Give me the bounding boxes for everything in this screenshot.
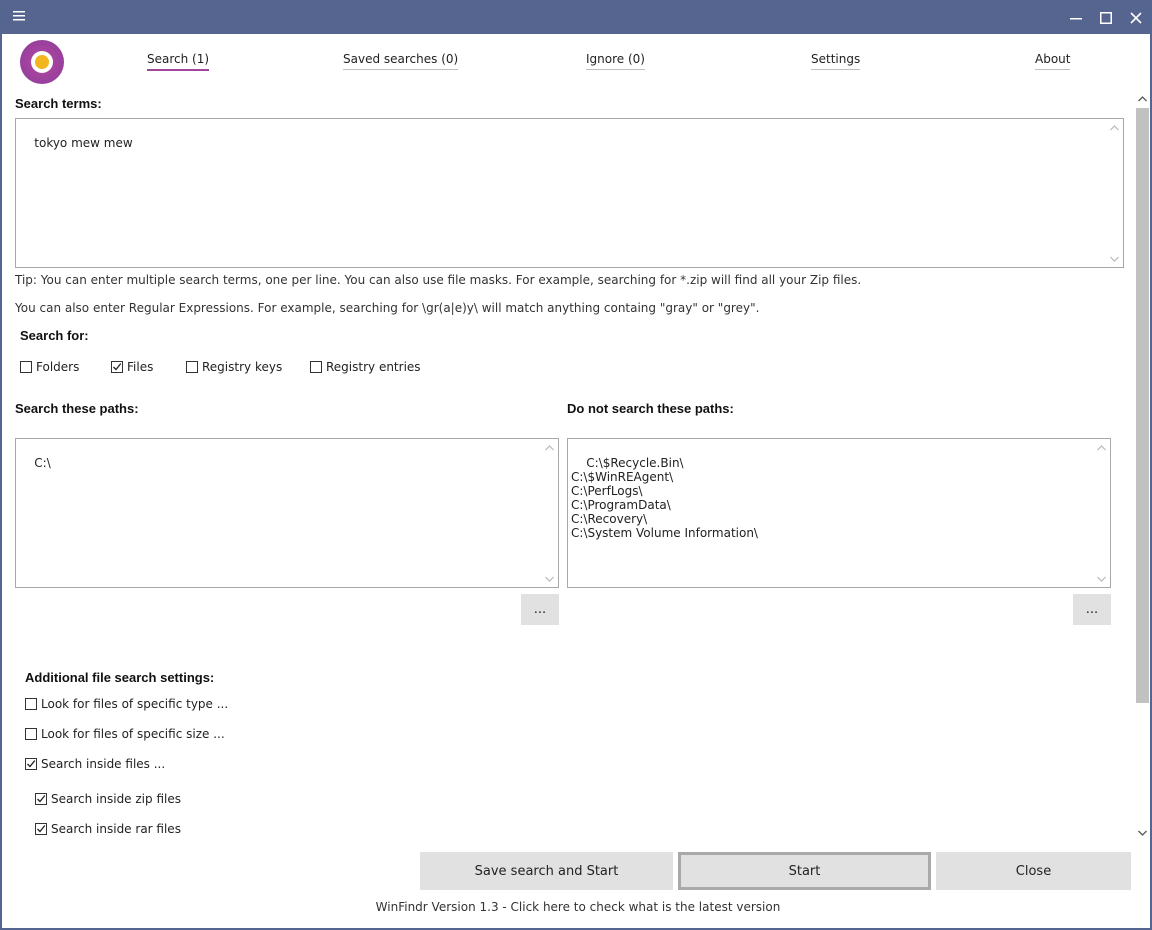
main-scrollbar[interactable] <box>1135 92 1150 840</box>
app-window: Search (1) Saved searches (0) Ignore (0)… <box>0 0 1152 930</box>
start-button[interactable]: Start <box>678 852 931 890</box>
search-terms-scrollbar[interactable] <box>1106 119 1123 267</box>
include-paths-label: Search these paths: <box>15 401 139 416</box>
exclude-paths-value: C:\$Recycle.Bin\ C:\$WinREAgent\ C:\Perf… <box>571 456 758 540</box>
search-inside-files-checkbox[interactable] <box>25 758 37 770</box>
app-logo <box>20 40 64 84</box>
minimize-icon[interactable] <box>1064 6 1088 30</box>
scroll-up-icon[interactable] <box>1106 119 1123 136</box>
hamburger-menu-icon[interactable] <box>10 8 28 26</box>
search-terms-input[interactable]: tokyo mew mew <box>15 118 1124 268</box>
specific-type-checkbox[interactable] <box>25 698 37 710</box>
scroll-down-icon[interactable] <box>1135 826 1150 840</box>
scroll-up-icon[interactable] <box>541 439 558 456</box>
tab-saved-searches[interactable]: Saved searches (0) <box>343 52 459 70</box>
registry-entries-checkbox[interactable] <box>310 361 322 373</box>
search-zip-label[interactable]: Search inside zip files <box>51 792 181 806</box>
include-paths-scrollbar[interactable] <box>541 439 558 587</box>
tip-regex: You can also enter Regular Expressions. … <box>15 301 760 315</box>
scroll-down-icon[interactable] <box>541 570 558 587</box>
search-terms-value: tokyo mew mew <box>34 136 133 150</box>
logo-core <box>35 55 49 69</box>
close-button[interactable]: Close <box>936 852 1131 890</box>
tab-about[interactable]: About <box>1035 52 1071 70</box>
registry-entries-label[interactable]: Registry entries <box>326 360 421 374</box>
search-inside-files-label[interactable]: Search inside files ... <box>41 757 165 771</box>
close-icon[interactable] <box>1124 6 1148 30</box>
search-for-label: Search for: <box>20 328 89 343</box>
folders-checkbox[interactable] <box>20 361 32 373</box>
files-checkbox[interactable] <box>111 361 123 373</box>
additional-settings-label: Additional file search settings: <box>25 670 215 685</box>
search-rar-checkbox[interactable] <box>35 823 47 835</box>
tab-ignore[interactable]: Ignore (0) <box>586 52 645 70</box>
browse-exclude-paths-button[interactable]: ... <box>1073 594 1111 625</box>
search-rar-label[interactable]: Search inside rar files <box>51 822 181 836</box>
browse-include-paths-button[interactable]: ... <box>521 594 559 625</box>
exclude-paths-scrollbar[interactable] <box>1093 439 1110 587</box>
maximize-icon[interactable] <box>1094 6 1118 30</box>
scroll-up-icon[interactable] <box>1093 439 1110 456</box>
save-search-and-start-button[interactable]: Save search and Start <box>420 852 673 890</box>
version-link[interactable]: WinFindr Version 1.3 - Click here to che… <box>2 900 1152 914</box>
scroll-up-icon[interactable] <box>1135 92 1150 106</box>
specific-type-label[interactable]: Look for files of specific type ... <box>41 697 228 711</box>
registry-keys-label[interactable]: Registry keys <box>202 360 282 374</box>
search-zip-checkbox[interactable] <box>35 793 47 805</box>
scroll-down-icon[interactable] <box>1093 570 1110 587</box>
search-terms-label: Search terms: <box>15 96 102 111</box>
title-bar <box>2 0 1150 34</box>
tab-search[interactable]: Search (1) <box>147 52 210 71</box>
scroll-down-icon[interactable] <box>1106 250 1123 267</box>
tab-settings[interactable]: Settings <box>811 52 861 70</box>
scrollbar-thumb[interactable] <box>1136 108 1149 703</box>
files-label[interactable]: Files <box>127 360 153 374</box>
exclude-paths-input[interactable]: C:\$Recycle.Bin\ C:\$WinREAgent\ C:\Perf… <box>567 438 1111 588</box>
include-paths-value: C:\ <box>34 456 51 470</box>
specific-size-label[interactable]: Look for files of specific size ... <box>41 727 225 741</box>
registry-keys-checkbox[interactable] <box>186 361 198 373</box>
folders-label[interactable]: Folders <box>36 360 79 374</box>
tip-file-masks: Tip: You can enter multiple search terms… <box>15 273 862 287</box>
exclude-paths-label: Do not search these paths: <box>567 401 734 416</box>
include-paths-input[interactable]: C:\ <box>15 438 559 588</box>
specific-size-checkbox[interactable] <box>25 728 37 740</box>
